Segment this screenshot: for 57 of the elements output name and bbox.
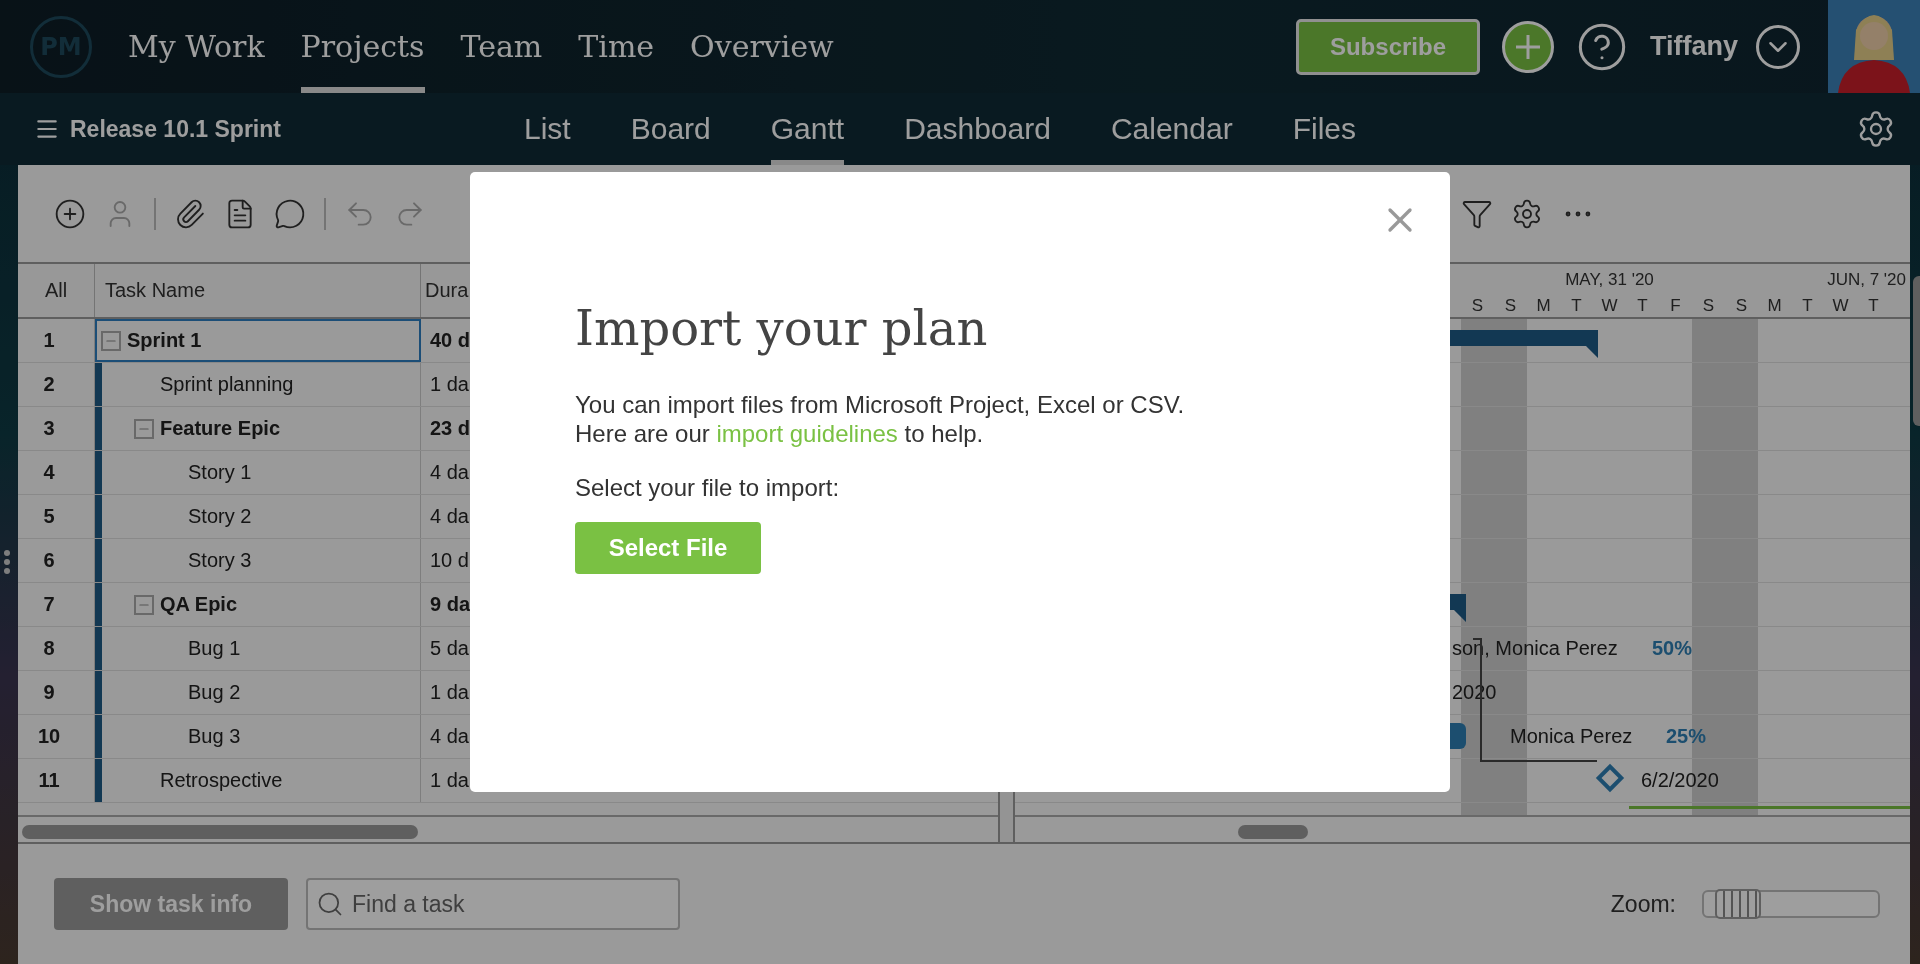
progress-label: 50% — [1652, 637, 1693, 660]
day-label: W — [1831, 296, 1850, 316]
select-prompt: Select your file to import: — [575, 474, 840, 502]
duration: 1 da — [429, 768, 469, 793]
duration: 1 da — [429, 680, 469, 705]
task-name: Bug 3 — [188, 725, 241, 748]
row-number: 6 — [18, 539, 95, 582]
dialog-title: Import your plan — [575, 300, 988, 356]
duration: 1 da — [429, 372, 469, 397]
duration: 5 da — [429, 636, 469, 661]
date-label: 6/2/2020 — [1641, 769, 1719, 792]
task-name: Sprint 1 — [127, 329, 202, 352]
progress-label: 25% — [1666, 725, 1707, 748]
duration: 23 d — [429, 416, 471, 441]
row-number: 7 — [18, 583, 95, 626]
duration: 40 d — [429, 328, 471, 353]
dialog-text: You can import files from Microsoft Project, Excel or CSV. Here are our import guidelines to help. — [575, 390, 1185, 448]
duration: 4 da — [429, 724, 469, 749]
zoom-label: Zoom: — [1610, 890, 1676, 918]
duration: 9 da — [429, 592, 471, 617]
day-label: S — [1734, 296, 1749, 316]
task-name: Story 2 — [188, 505, 252, 528]
row-number: 1 — [18, 319, 95, 362]
day-label: M — [1535, 296, 1552, 316]
day-label: S — [1701, 296, 1716, 316]
week-label: MAY, 31 '20 — [1564, 270, 1655, 290]
task-name: Retrospective — [160, 769, 283, 792]
row-number: 3 — [18, 407, 95, 450]
row-number: 4 — [18, 451, 95, 494]
day-label: S — [1503, 296, 1518, 316]
row-number: 10 — [18, 715, 95, 758]
row-number: 2 — [18, 363, 95, 406]
duration: 4 da — [429, 460, 469, 485]
day-label: F — [1669, 296, 1682, 316]
row-number: 9 — [18, 671, 95, 714]
day-label: T — [1867, 296, 1880, 316]
task-name: Bug 1 — [188, 637, 241, 660]
week-label: JUN, 7 '20 — [1826, 270, 1907, 290]
day-label: S — [1470, 296, 1485, 316]
row-number: 8 — [18, 627, 95, 670]
duration: 4 da — [429, 504, 469, 529]
day-label: M — [1766, 296, 1783, 316]
day-label: W — [1600, 296, 1619, 316]
duration: 10 d — [429, 548, 469, 573]
day-label: T — [1570, 296, 1583, 316]
day-label: T — [1801, 296, 1814, 316]
task-name: Feature Epic — [160, 417, 281, 440]
row-number: 5 — [18, 495, 95, 538]
task-name: Bug 2 — [188, 681, 241, 704]
task-name: Story 3 — [188, 549, 252, 572]
row-number: 11 — [18, 759, 95, 802]
project-title: Release 10.1 Sprint — [70, 115, 281, 143]
task-name: Sprint planning — [160, 373, 294, 396]
task-name: QA Epic — [160, 593, 238, 616]
task-name: Story 1 — [188, 461, 252, 484]
day-label: T — [1636, 296, 1649, 316]
assignee-label: Monica Perez — [1510, 725, 1633, 748]
